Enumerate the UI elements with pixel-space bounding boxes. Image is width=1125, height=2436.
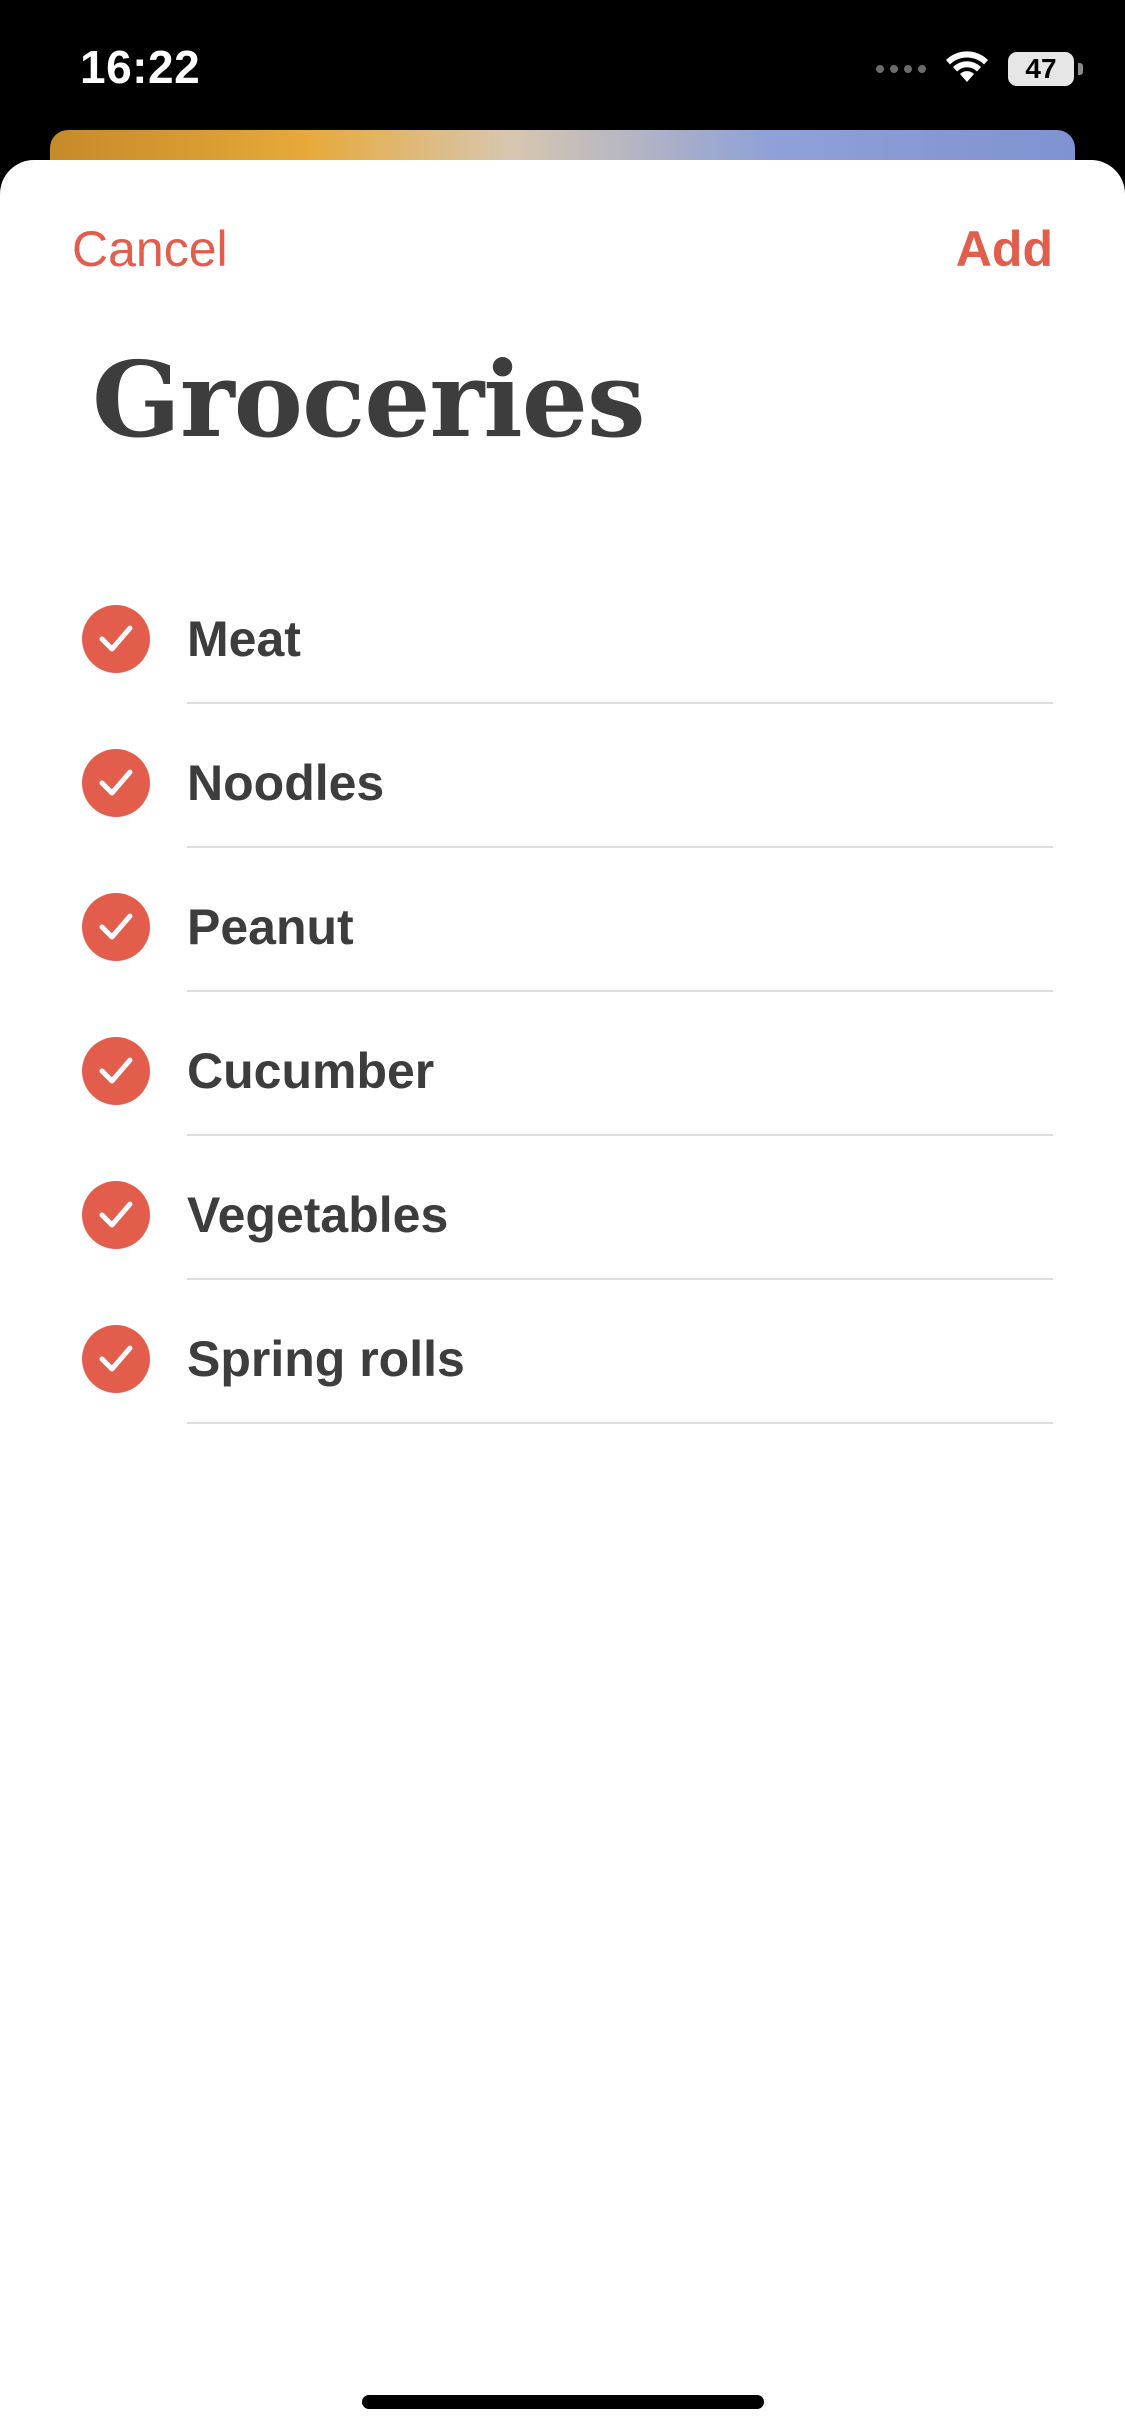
list-item[interactable]: Meat — [0, 560, 1125, 704]
divider — [187, 1422, 1053, 1424]
checkmark-icon[interactable] — [82, 1181, 150, 1249]
battery-level: 47 — [1025, 52, 1057, 84]
list-item-label: Peanut — [187, 899, 354, 955]
status-icons: 47 — [876, 48, 1083, 89]
signal-dots-icon — [876, 64, 926, 73]
list-item-label: Meat — [187, 611, 301, 667]
list-item-label: Vegetables — [187, 1187, 449, 1243]
status-time: 16:22 — [80, 41, 201, 93]
cancel-button[interactable]: Cancel — [72, 220, 228, 278]
status-bar: 16:22 47 — [0, 0, 1125, 135]
home-indicator[interactable] — [362, 2395, 764, 2409]
list-item-label: Cucumber — [187, 1043, 435, 1099]
list-item-label: Spring rolls — [187, 1331, 465, 1387]
checkmark-icon[interactable] — [82, 605, 150, 673]
list-item[interactable]: Spring rolls — [0, 1280, 1125, 1424]
battery-icon: 47 — [1008, 51, 1074, 86]
list-item[interactable]: Cucumber — [0, 992, 1125, 1136]
checkmark-icon[interactable] — [82, 893, 150, 961]
list-item[interactable]: Noodles — [0, 704, 1125, 848]
list-item[interactable]: Peanut — [0, 848, 1125, 992]
page-title: Groceries — [92, 338, 645, 461]
list-item[interactable]: Vegetables — [0, 1136, 1125, 1280]
battery-nub — [1078, 62, 1083, 75]
list-item-label: Noodles — [187, 755, 385, 811]
checkmark-icon[interactable] — [82, 1037, 150, 1105]
add-to-groceries-sheet: Cancel Add Groceries Meat Noodles Peanut… — [0, 160, 1125, 2436]
wifi-icon — [944, 48, 990, 89]
add-button[interactable]: Add — [956, 220, 1053, 278]
checkmark-icon[interactable] — [82, 1325, 150, 1393]
grocery-list: Meat Noodles Peanut Cucumber Vegetables … — [0, 560, 1125, 1424]
screen: 16:22 47 Cancel Add Groceries Meat Noodl… — [0, 0, 1125, 2436]
checkmark-icon[interactable] — [82, 749, 150, 817]
